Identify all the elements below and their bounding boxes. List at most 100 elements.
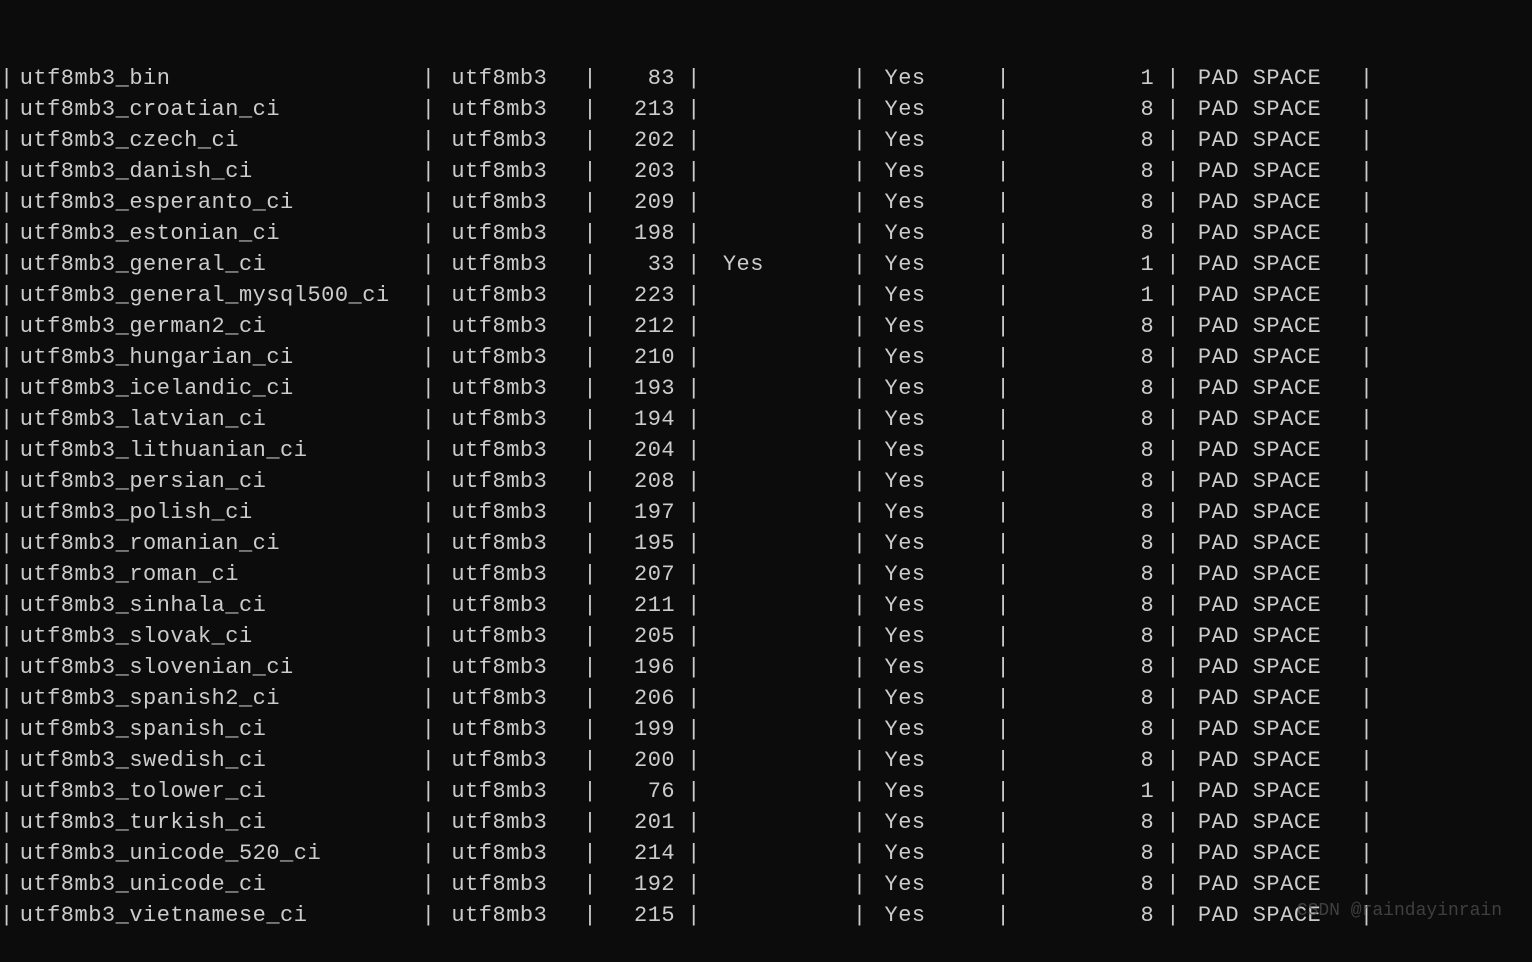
column-separator: |	[0, 126, 14, 157]
pad-cell: PAD SPACE	[1180, 219, 1360, 250]
column-separator: |	[1360, 64, 1374, 95]
column-separator: |	[687, 839, 701, 870]
collation-cell: utf8mb3_hungarian_ci	[14, 343, 422, 374]
pad-cell: PAD SPACE	[1180, 529, 1360, 560]
column-separator: |	[997, 436, 1011, 467]
column-separator: |	[687, 343, 701, 374]
charset-cell: utf8mb3	[435, 808, 583, 839]
collation-cell: utf8mb3_turkish_ci	[14, 808, 422, 839]
column-separator: |	[0, 188, 14, 219]
column-separator: |	[1166, 405, 1180, 436]
column-separator: |	[687, 715, 701, 746]
column-separator: |	[583, 746, 597, 777]
column-separator: |	[422, 250, 436, 281]
column-separator: |	[1360, 281, 1374, 312]
column-separator: |	[1360, 808, 1374, 839]
pad-cell: PAD SPACE	[1180, 250, 1360, 281]
column-separator: |	[422, 653, 436, 684]
compiled-cell: Yes	[867, 281, 997, 312]
id-cell: 204	[597, 436, 687, 467]
id-cell: 223	[597, 281, 687, 312]
id-cell: 200	[597, 746, 687, 777]
compiled-cell: Yes	[867, 405, 997, 436]
charset-cell: utf8mb3	[435, 839, 583, 870]
sortlen-cell: 8	[1010, 901, 1166, 932]
charset-cell: utf8mb3	[435, 746, 583, 777]
table-row: |utf8mb3_sinhala_ci|utf8mb3|211||Yes|8|P…	[0, 591, 1532, 622]
sortlen-cell: 8	[1010, 529, 1166, 560]
collation-cell: utf8mb3_roman_ci	[14, 560, 422, 591]
column-separator: |	[422, 498, 436, 529]
column-separator: |	[687, 436, 701, 467]
column-separator: |	[1166, 126, 1180, 157]
column-separator: |	[997, 746, 1011, 777]
column-separator: |	[687, 901, 701, 932]
column-separator: |	[853, 188, 867, 219]
column-separator: |	[1166, 343, 1180, 374]
column-separator: |	[0, 529, 14, 560]
column-separator: |	[0, 374, 14, 405]
column-separator: |	[1360, 529, 1374, 560]
pad-cell: PAD SPACE	[1180, 653, 1360, 684]
pad-cell: PAD SPACE	[1180, 622, 1360, 653]
charset-cell: utf8mb3	[435, 343, 583, 374]
compiled-cell: Yes	[867, 839, 997, 870]
column-separator: |	[583, 560, 597, 591]
compiled-cell: Yes	[867, 374, 997, 405]
pad-cell: PAD SPACE	[1180, 808, 1360, 839]
id-cell: 206	[597, 684, 687, 715]
column-separator: |	[853, 746, 867, 777]
id-cell: 209	[597, 188, 687, 219]
column-separator: |	[0, 808, 14, 839]
column-separator: |	[583, 839, 597, 870]
column-separator: |	[687, 560, 701, 591]
column-separator: |	[687, 467, 701, 498]
column-separator: |	[1360, 870, 1374, 901]
charset-cell: utf8mb3	[435, 312, 583, 343]
pad-cell: PAD SPACE	[1180, 715, 1360, 746]
sortlen-cell: 8	[1010, 560, 1166, 591]
column-separator: |	[997, 95, 1011, 126]
column-separator: |	[422, 64, 436, 95]
column-separator: |	[687, 157, 701, 188]
column-separator: |	[422, 622, 436, 653]
id-cell: 210	[597, 343, 687, 374]
column-separator: |	[1360, 684, 1374, 715]
sortlen-cell: 8	[1010, 436, 1166, 467]
column-separator: |	[687, 126, 701, 157]
column-separator: |	[997, 622, 1011, 653]
column-separator: |	[1360, 467, 1374, 498]
column-separator: |	[0, 250, 14, 281]
collation-cell: utf8mb3_general_ci	[14, 250, 422, 281]
column-separator: |	[0, 219, 14, 250]
column-separator: |	[997, 777, 1011, 808]
column-separator: |	[687, 746, 701, 777]
table-row: |utf8mb3_tolower_ci|utf8mb3|76||Yes|1|PA…	[0, 777, 1532, 808]
collation-cell: utf8mb3_german2_ci	[14, 312, 422, 343]
column-separator: |	[422, 219, 436, 250]
collation-cell: utf8mb3_vietnamese_ci	[14, 901, 422, 932]
compiled-cell: Yes	[867, 219, 997, 250]
column-separator: |	[583, 281, 597, 312]
compiled-cell: Yes	[867, 95, 997, 126]
charset-cell: utf8mb3	[435, 498, 583, 529]
sortlen-cell: 8	[1010, 95, 1166, 126]
column-separator: |	[422, 188, 436, 219]
column-separator: |	[1166, 188, 1180, 219]
charset-cell: utf8mb3	[435, 374, 583, 405]
table-row: |utf8mb3_spanish2_ci|utf8mb3|206||Yes|8|…	[0, 684, 1532, 715]
column-separator: |	[997, 405, 1011, 436]
column-separator: |	[997, 188, 1011, 219]
charset-cell: utf8mb3	[435, 653, 583, 684]
id-cell: 201	[597, 808, 687, 839]
charset-cell: utf8mb3	[435, 870, 583, 901]
column-separator: |	[687, 529, 701, 560]
column-separator: |	[422, 157, 436, 188]
collation-cell: utf8mb3_unicode_ci	[14, 870, 422, 901]
charset-cell: utf8mb3	[435, 64, 583, 95]
pad-cell: PAD SPACE	[1180, 436, 1360, 467]
column-separator: |	[422, 529, 436, 560]
column-separator: |	[997, 250, 1011, 281]
compiled-cell: Yes	[867, 622, 997, 653]
column-separator: |	[0, 436, 14, 467]
